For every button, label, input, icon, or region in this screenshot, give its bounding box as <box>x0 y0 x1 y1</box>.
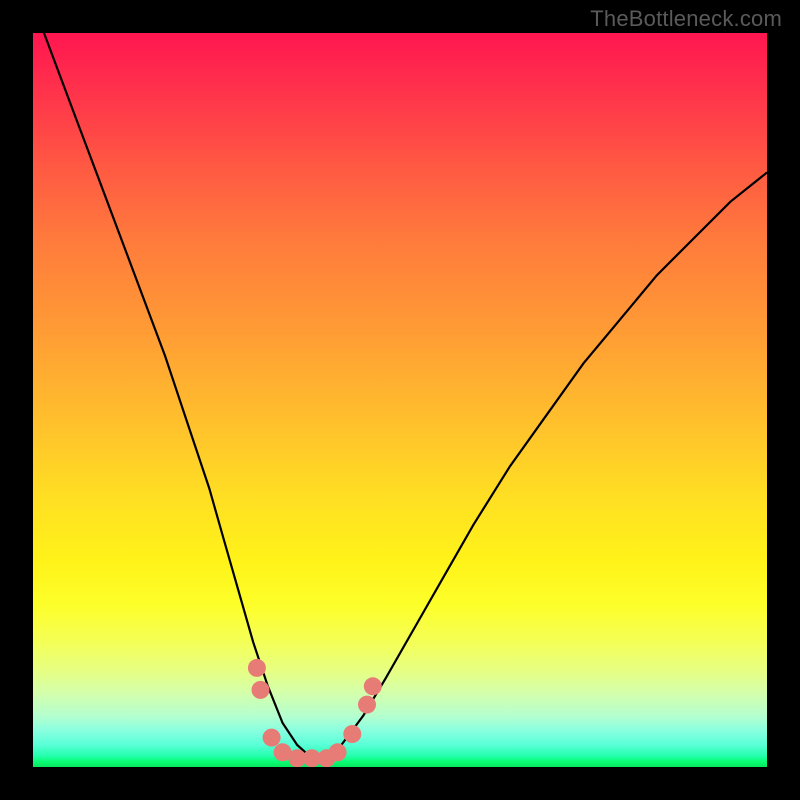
plot-area <box>33 33 767 767</box>
curve-marker <box>329 743 347 761</box>
curve-markers <box>248 659 382 767</box>
outer-frame: TheBottleneck.com <box>0 0 800 800</box>
curve-layer <box>33 33 767 767</box>
curve-marker <box>252 681 270 699</box>
curve-marker <box>343 725 361 743</box>
watermark-text: TheBottleneck.com <box>590 6 782 32</box>
bottleneck-curve <box>33 33 767 758</box>
curve-marker <box>263 729 281 747</box>
curve-marker <box>248 659 266 677</box>
curve-marker <box>358 696 376 714</box>
curve-marker <box>364 677 382 695</box>
